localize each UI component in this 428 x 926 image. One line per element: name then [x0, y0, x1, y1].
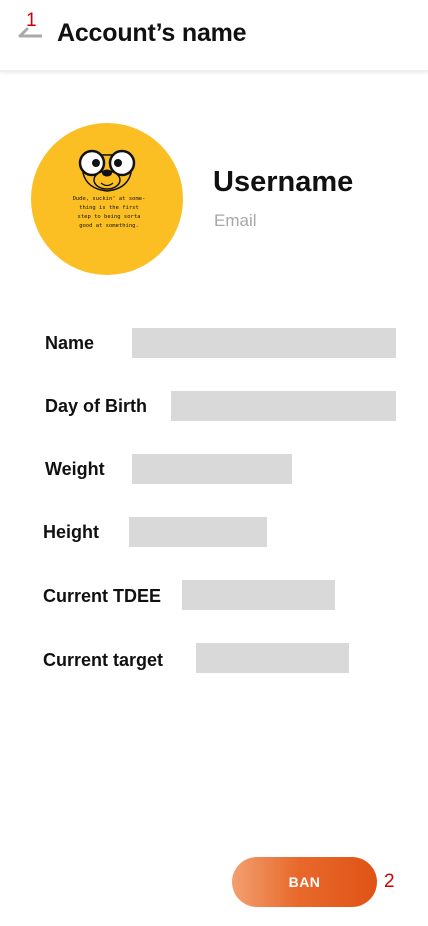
username: Username — [213, 166, 354, 198]
field-label-height: Height — [43, 522, 99, 542]
day-of-birth-value-placeholder — [171, 391, 396, 421]
top-app-bar: 1 Account’s name — [0, 0, 428, 71]
field-label-current-tdee: Current TDEE — [43, 586, 162, 606]
current-target-value-placeholder — [196, 643, 349, 673]
current-tdee-value-placeholder — [182, 580, 335, 610]
avatar-quote: Dude, suckin’ at some-thing is the first… — [72, 196, 146, 229]
ban-button[interactable]: BAN — [232, 857, 377, 907]
weight-value-placeholder — [132, 454, 292, 484]
field-label-name: Name — [45, 333, 95, 353]
annotation-marker-ban: 2 — [384, 871, 395, 892]
avatar: Dude, suckin’ at some-thing is the first… — [31, 123, 183, 275]
field-label-current-target: Current target — [43, 650, 164, 670]
field-label-weight: Weight — [45, 459, 105, 479]
field-label-day-of-birth: Day of Birth — [45, 396, 148, 416]
email: Email — [214, 211, 257, 230]
annotation-marker-back: 1 — [26, 10, 37, 31]
name-value-placeholder — [132, 328, 396, 358]
page-title: Account’s name — [57, 19, 247, 47]
height-value-placeholder — [129, 517, 267, 547]
